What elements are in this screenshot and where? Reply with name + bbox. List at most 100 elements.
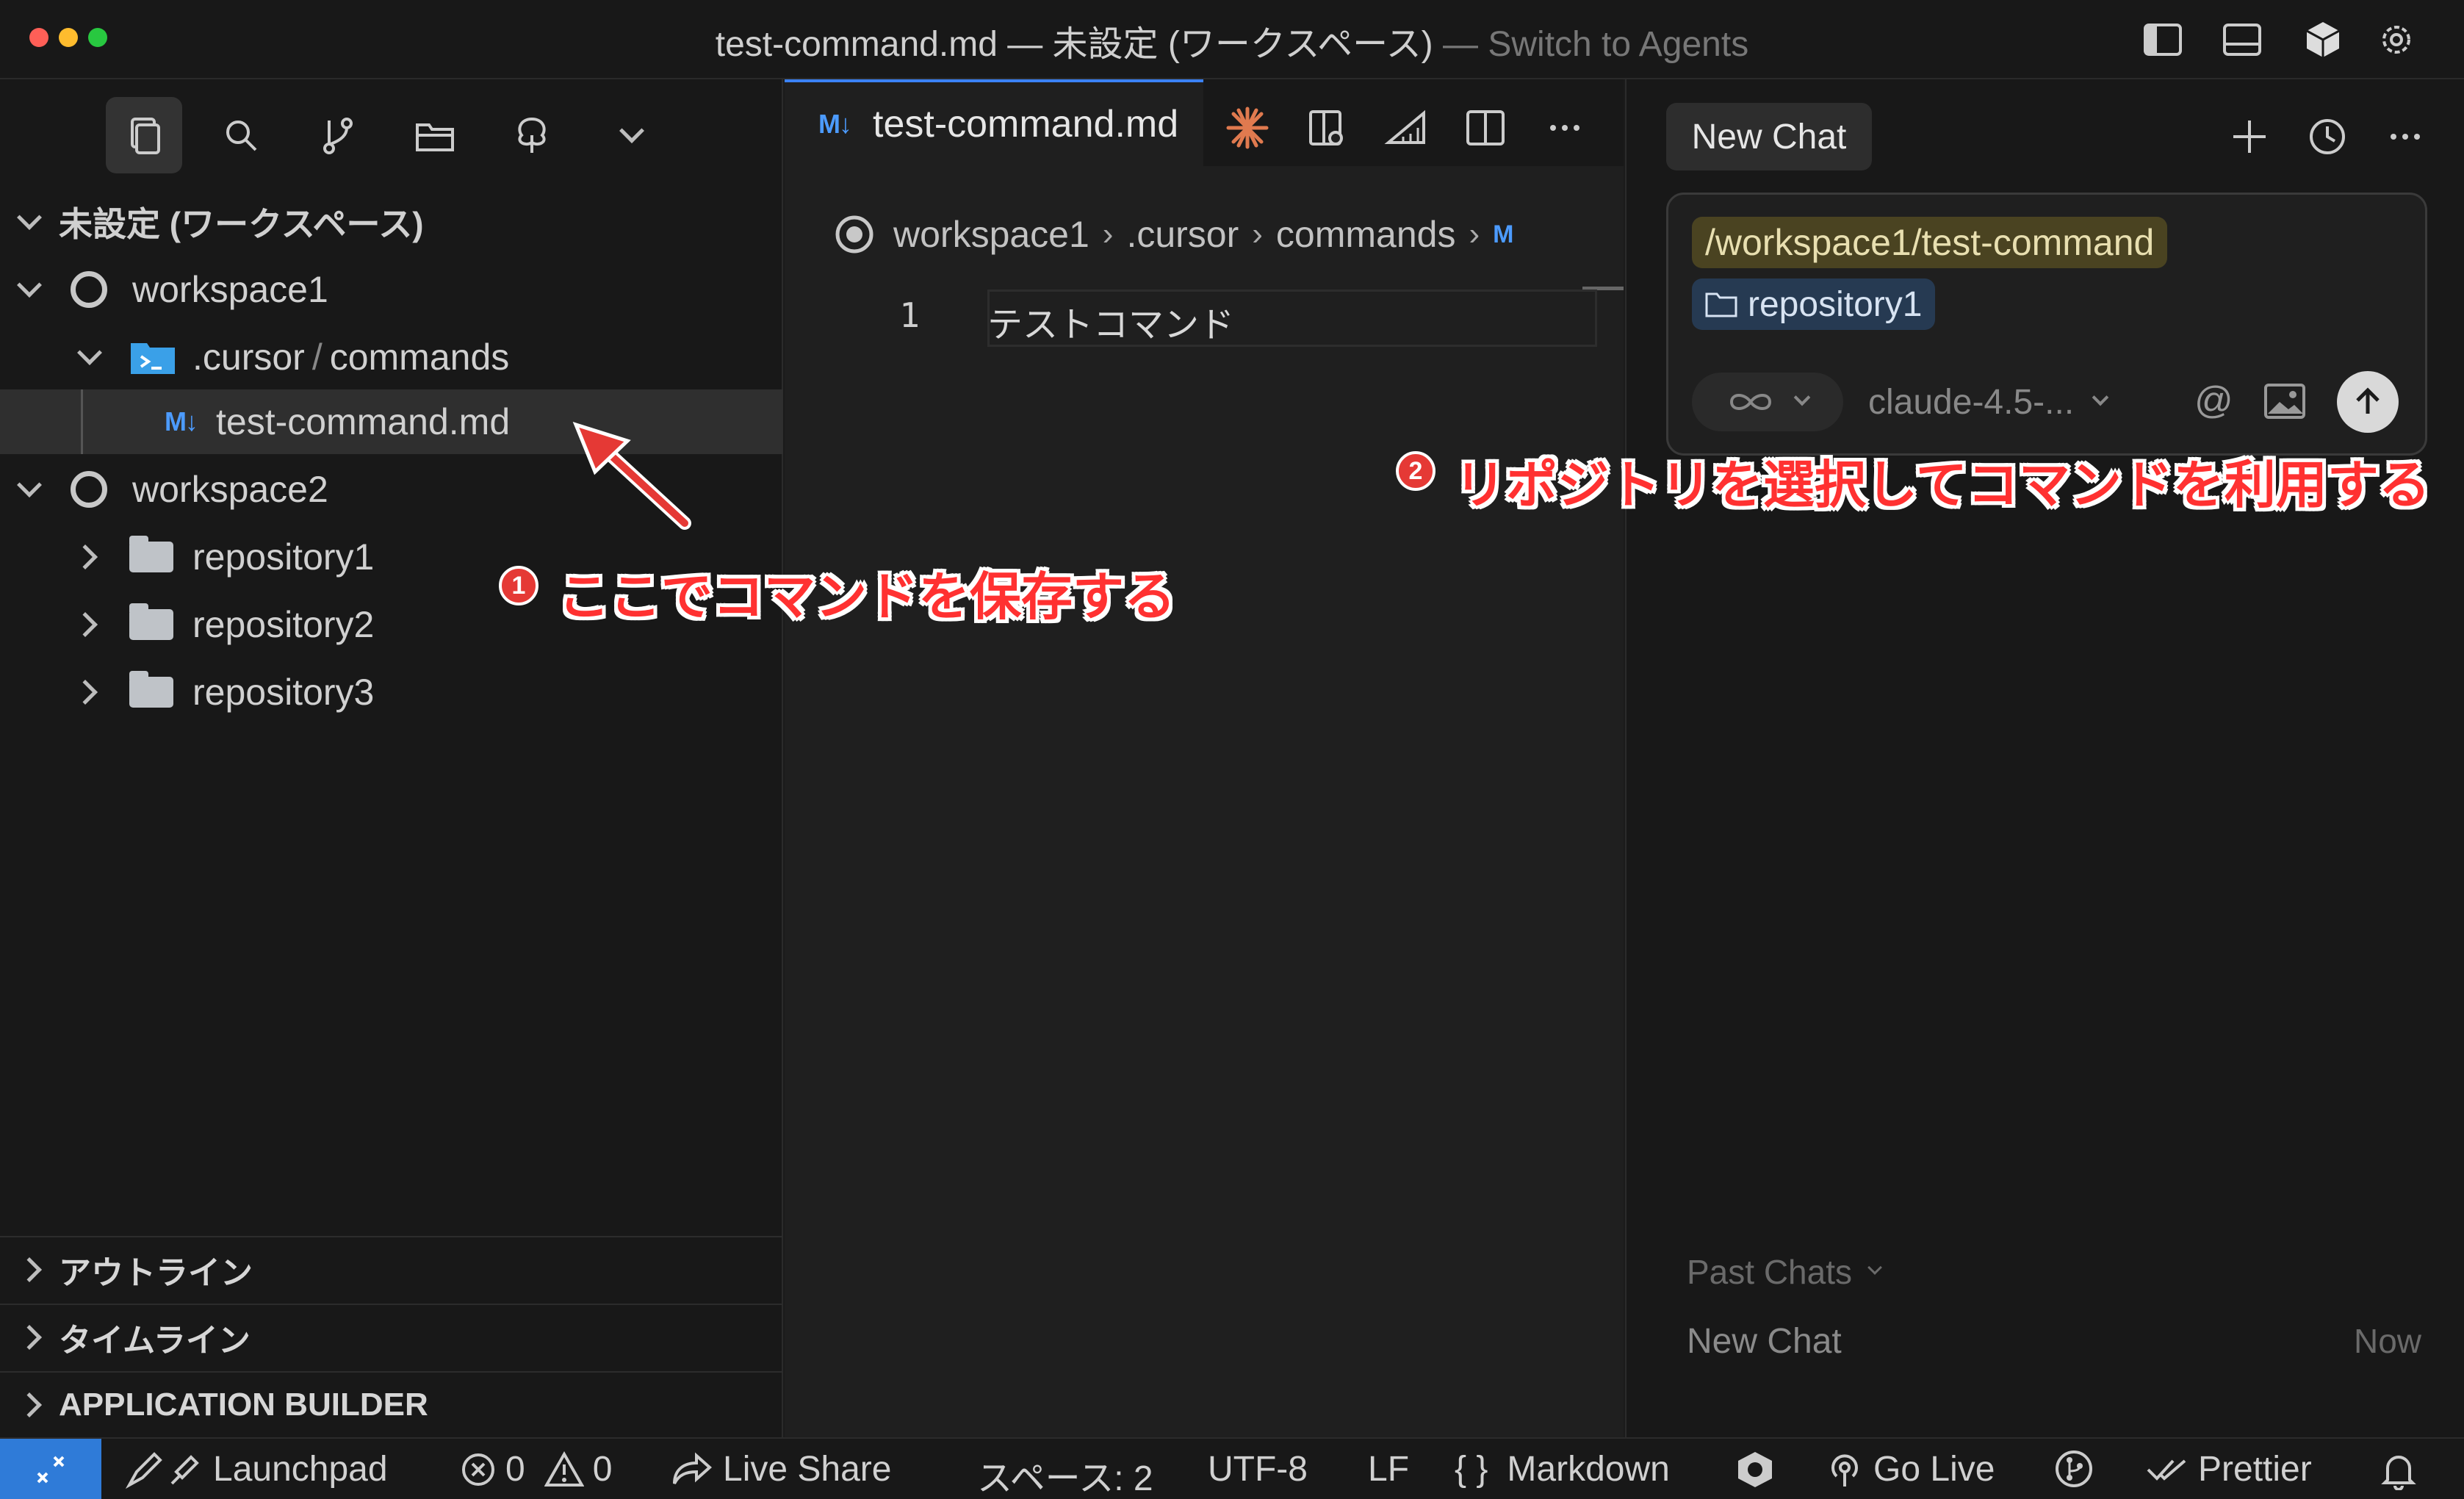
eol-label: LF bbox=[1368, 1450, 1410, 1489]
image-attach-icon[interactable] bbox=[2263, 383, 2306, 420]
workspace-root-row[interactable]: 未設定 (ワークスペース) bbox=[0, 190, 783, 254]
chat-tab-new-chat[interactable]: New Chat bbox=[1666, 103, 1872, 170]
annotation-arrow bbox=[572, 422, 691, 530]
model-label: claude-4.5-... bbox=[1868, 382, 2075, 422]
editor-group: M↓ test-command.md workspace1 › .cursor … bbox=[785, 79, 1624, 1437]
switch-to-agents-link[interactable]: Switch to Agents bbox=[1488, 25, 1748, 64]
breadcrumb-item-commands[interactable]: commands bbox=[1276, 213, 1456, 256]
copilot-status-item[interactable] bbox=[1734, 1449, 1776, 1490]
remote-indicator-button[interactable] bbox=[0, 1439, 101, 1499]
breadcrumb: workspace1 › .cursor › commands › M bbox=[835, 209, 1513, 260]
search-activity-button[interactable] bbox=[203, 97, 279, 173]
search-icon bbox=[226, 121, 257, 151]
infinity-icon bbox=[1729, 394, 1772, 410]
mention-button[interactable]: @ bbox=[2194, 378, 2233, 423]
chevron-down-icon bbox=[17, 472, 42, 497]
indentation-item[interactable]: スペース: 2 bbox=[977, 1449, 1153, 1499]
chevron-right-icon bbox=[73, 680, 98, 705]
markdown-file-icon[interactable]: M bbox=[1493, 220, 1513, 249]
breadcrumb-item-cursor[interactable]: .cursor bbox=[1126, 213, 1239, 256]
git-graph-item[interactable] bbox=[2054, 1449, 2094, 1489]
tree-item-cursor-commands[interactable]: .cursor / commands bbox=[0, 325, 783, 389]
ruler-triangle-icon[interactable] bbox=[1384, 106, 1428, 150]
annotation-text-1: ここでコマンドを保存する bbox=[558, 568, 1175, 625]
live-share-icon bbox=[673, 1452, 713, 1484]
more-actions-icon[interactable] bbox=[1543, 106, 1587, 150]
language-label: Markdown bbox=[1507, 1450, 1670, 1489]
open-preview-icon[interactable] bbox=[1305, 106, 1349, 150]
chevron-down-icon bbox=[1867, 1260, 1882, 1275]
past-chats-toggle[interactable]: Past Chats bbox=[1687, 1252, 1882, 1292]
application-builder-section-header[interactable]: APPLICATION BUILDER bbox=[0, 1371, 783, 1437]
agent-mode-selector[interactable] bbox=[1692, 373, 1843, 431]
chevron-right-icon bbox=[17, 1257, 42, 1282]
window-title: test-command.md — 未設定 (ワークスペース) — Switch… bbox=[0, 15, 2464, 66]
copilot-icon bbox=[1738, 1452, 1772, 1487]
indentation-label: スペース: 2 bbox=[977, 1459, 1153, 1498]
command-chip[interactable]: /workspace1/test-command bbox=[1692, 217, 2168, 268]
send-button[interactable] bbox=[2337, 371, 2399, 433]
model-selector[interactable]: claude-4.5-... bbox=[1868, 378, 2109, 425]
code-line[interactable]: 1 テストコマンド bbox=[785, 287, 1624, 354]
repository-chip[interactable]: repository1 bbox=[1692, 278, 1936, 330]
annotation-badge-1: 1 bbox=[499, 566, 538, 605]
problems-item[interactable]: 0 0 bbox=[460, 1449, 612, 1489]
toggle-primary-sidebar-icon[interactable] bbox=[2141, 18, 2185, 62]
past-chat-title: New Chat bbox=[1687, 1322, 1842, 1361]
add-chat-icon[interactable] bbox=[2227, 115, 2272, 159]
sparkle-icon[interactable] bbox=[1225, 106, 1269, 150]
chevron-down-icon bbox=[2092, 389, 2109, 406]
breadcrumb-item-workspace1[interactable]: workspace1 bbox=[893, 213, 1089, 256]
toggle-panel-icon[interactable] bbox=[2220, 18, 2264, 62]
error-count: 0 bbox=[505, 1450, 525, 1489]
files-icon bbox=[131, 118, 160, 154]
tree-item-label: workspace2 bbox=[132, 469, 328, 510]
workspace-circle-icon bbox=[71, 271, 107, 308]
double-check-icon bbox=[2147, 1459, 2186, 1481]
encoding-label: UTF-8 bbox=[1208, 1450, 1308, 1489]
markdown-file-icon: M↓ bbox=[818, 109, 852, 139]
prettier-item[interactable]: Prettier bbox=[2145, 1449, 2312, 1489]
window-title-separator: — bbox=[1433, 25, 1488, 64]
source-control-activity-button[interactable] bbox=[300, 97, 376, 173]
folder-icon bbox=[129, 671, 173, 708]
more-actions-icon[interactable] bbox=[2383, 115, 2427, 159]
launchpad-item[interactable]: Launchpad bbox=[125, 1449, 388, 1489]
outline-section-header[interactable]: アウトライン bbox=[0, 1236, 783, 1302]
tree-activity-button[interactable] bbox=[494, 97, 570, 173]
settings-gear-icon[interactable] bbox=[2374, 18, 2418, 62]
warning-icon bbox=[544, 1451, 584, 1487]
language-mode-item[interactable]: { } Markdown bbox=[1455, 1449, 1670, 1489]
folder-icon bbox=[129, 536, 173, 572]
repository-chip-label: repository1 bbox=[1748, 284, 1923, 324]
tab-test-command-md[interactable]: M↓ test-command.md bbox=[785, 79, 1203, 166]
timeline-section-header[interactable]: タイムライン bbox=[0, 1304, 783, 1370]
go-live-item[interactable]: Go Live bbox=[1826, 1449, 1995, 1489]
notifications-bell-icon[interactable] bbox=[2380, 1451, 2417, 1490]
chevron-right-icon bbox=[17, 1392, 42, 1417]
workspace-circle-icon bbox=[71, 471, 107, 508]
launchpad-label: Launchpad bbox=[213, 1450, 388, 1489]
tree-item-label: repository2 bbox=[192, 604, 375, 645]
chevron-right-icon bbox=[17, 1325, 42, 1350]
history-clock-icon[interactable] bbox=[2305, 115, 2349, 159]
more-views-button[interactable] bbox=[594, 97, 670, 173]
workspace-root-label: 未設定 (ワークスペース) bbox=[59, 205, 424, 243]
cube-icon[interactable] bbox=[2301, 18, 2345, 62]
window-title-main: test-command.md — 未設定 (ワークスペース) bbox=[715, 25, 1433, 64]
tree-icon bbox=[518, 117, 546, 153]
title-bar: test-command.md — 未設定 (ワークスペース) — Switch… bbox=[0, 0, 2464, 79]
remote-explorer-activity-button[interactable] bbox=[397, 97, 473, 173]
eol-item[interactable]: LF bbox=[1368, 1449, 1409, 1489]
chat-input-box[interactable]: /workspace1/test-command repository1 cla… bbox=[1666, 193, 2427, 456]
explorer-activity-button[interactable] bbox=[106, 97, 182, 173]
chevron-right-icon: › bbox=[1102, 216, 1114, 252]
split-editor-icon[interactable] bbox=[1463, 106, 1507, 150]
broadcast-icon bbox=[1831, 1453, 1858, 1487]
tree-item-repository3[interactable]: repository3 bbox=[0, 660, 783, 725]
live-share-item[interactable]: Live Share bbox=[670, 1449, 891, 1489]
past-chat-item[interactable]: New Chat Now bbox=[1687, 1321, 2421, 1373]
terminal-folder-icon bbox=[131, 343, 175, 374]
encoding-item[interactable]: UTF-8 bbox=[1208, 1449, 1308, 1489]
tree-item-workspace1[interactable]: workspace1 bbox=[0, 257, 783, 322]
